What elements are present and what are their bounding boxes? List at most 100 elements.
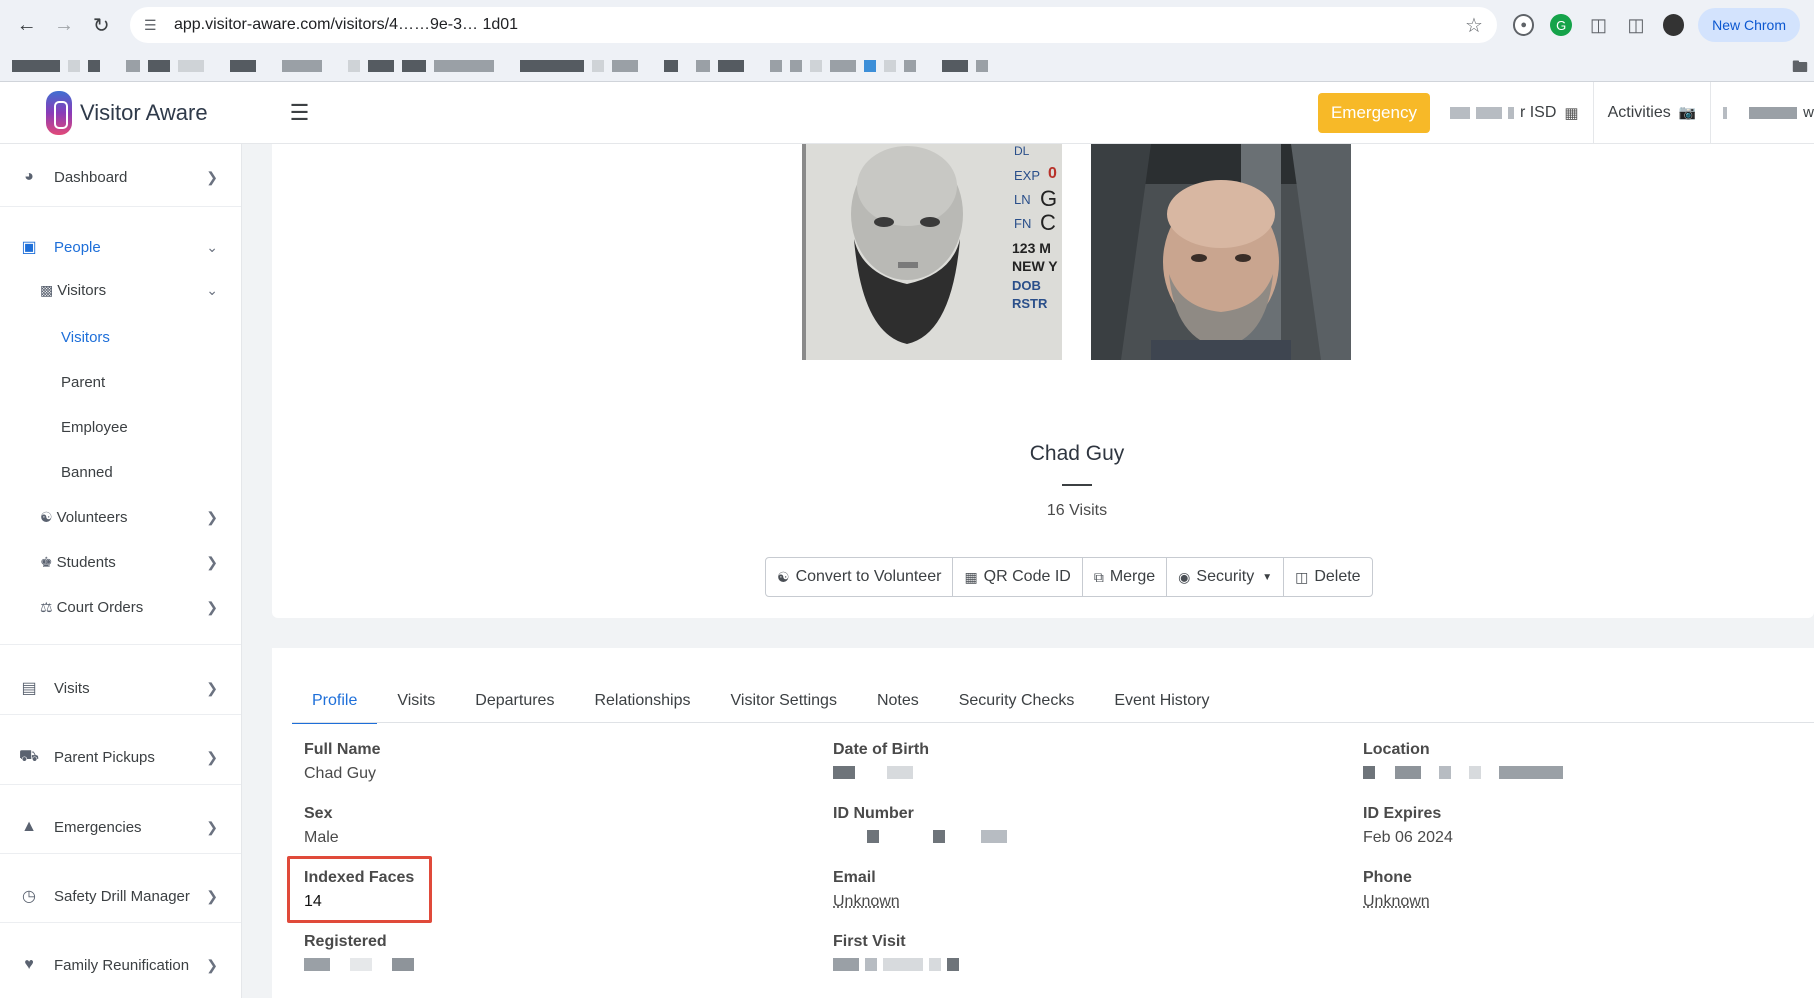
sidebar-leaf-banned[interactable]: Banned <box>61 464 113 481</box>
field-value: Feb 06 2024 <box>1363 829 1453 846</box>
hand-heart-icon: ♥ <box>24 956 34 973</box>
sidebar-item-people[interactable]: ▣ People ⌄ <box>0 232 241 262</box>
reload-icon[interactable]: ↻ <box>89 12 114 38</box>
bookmark-item[interactable] <box>830 59 856 72</box>
convert-to-volunteer-button[interactable]: ☯ Convert to Volunteer <box>766 558 954 596</box>
sidebar-subitem-students[interactable]: ♚ Students ❯ <box>0 547 241 577</box>
sidebar-item-family-reunification[interactable]: ♥ Family Reunification ❯ <box>0 950 241 980</box>
bookmark-item[interactable] <box>942 59 968 72</box>
sidebar-subitem-visitors[interactable]: ▩ Visitors ⌄ <box>0 275 241 305</box>
grammarly-icon[interactable]: G <box>1550 14 1572 36</box>
bookmark-item[interactable] <box>696 59 710 72</box>
forward-icon[interactable]: → <box>51 12 76 38</box>
back-icon[interactable]: ← <box>14 12 39 38</box>
bookmark-item[interactable] <box>126 59 140 72</box>
side-panel-icon[interactable]: ◫ <box>1625 14 1646 36</box>
menu-toggle-icon[interactable]: ☰ <box>290 100 310 126</box>
extensions-puzzle-icon[interactable]: ◫ <box>1588 14 1609 36</box>
tab-departures[interactable]: Departures <box>455 692 574 724</box>
district-selector[interactable]: r ISD ▦ <box>1449 82 1594 143</box>
tab-relationships[interactable]: Relationships <box>574 692 710 724</box>
sidebar-item-visits[interactable]: ▤ Visits ❯ <box>0 673 241 703</box>
visitor-actions: ☯ Convert to Volunteer ▦ QR Code ID ⧉ Me… <box>765 557 1373 597</box>
bookmark-item[interactable] <box>592 59 604 72</box>
sidebar-subitem-volunteers[interactable]: ☯ Volunteers ❯ <box>0 502 241 532</box>
sidebar-item-dashboard[interactable]: ◕ Dashboard ❯ <box>0 162 241 192</box>
bookmark-item[interactable] <box>434 59 494 72</box>
address-bar[interactable]: ☰ app.visitor-aware.com/visitors/4……9e-3… <box>129 7 1497 43</box>
field-registered: Registered <box>304 933 420 971</box>
bookmark-item[interactable] <box>864 59 876 72</box>
tab-visitor-settings[interactable]: Visitor Settings <box>711 692 857 724</box>
bookmark-item[interactable] <box>810 59 822 72</box>
bookmark-item[interactable] <box>718 59 744 72</box>
user-menu[interactable]: w <box>1711 82 1814 143</box>
delete-button[interactable]: ◫ Delete <box>1284 558 1371 596</box>
emergency-button[interactable]: Emergency <box>1317 92 1430 133</box>
copy-icon: ⧉ <box>1093 568 1104 585</box>
field-sex: Sex Male <box>304 805 339 847</box>
profile-avatar-icon[interactable] <box>1662 14 1685 36</box>
field-full-name: Full Name Chad Guy <box>304 741 380 783</box>
redacted-text <box>1507 106 1514 119</box>
gauge-icon: ◕ <box>24 168 34 185</box>
chevron-right-icon: ❯ <box>206 887 218 904</box>
tab-notes[interactable]: Notes <box>857 692 939 724</box>
bookmark-item[interactable] <box>976 59 988 72</box>
bookmark-item[interactable] <box>770 59 782 72</box>
tab-security-checks[interactable]: Security Checks <box>939 692 1095 724</box>
tab-profile[interactable]: Profile <box>292 692 378 724</box>
security-dropdown-button[interactable]: ◉ Security ▼ <box>1167 558 1285 596</box>
divider <box>0 922 241 923</box>
bookmark-star-icon[interactable]: ☆ <box>1465 13 1483 38</box>
sidebar-leaf-visitors[interactable]: Visitors <box>61 329 110 346</box>
bookmark-folder-icon[interactable]: 🖿 <box>1792 56 1814 76</box>
bookmark-item[interactable] <box>884 59 896 72</box>
sidebar-item-safety-drill-manager[interactable]: ◷ Safety Drill Manager ❯ <box>0 881 241 911</box>
bookmark-item[interactable] <box>12 59 60 72</box>
sidebar-subitem-court-orders[interactable]: ⚖ Court Orders ❯ <box>0 592 241 622</box>
bookmark-item[interactable] <box>904 59 916 72</box>
merge-button[interactable]: ⧉ Merge <box>1083 558 1168 596</box>
bookmark-item[interactable] <box>790 59 802 72</box>
bookmark-item[interactable] <box>402 59 426 72</box>
extension-icon[interactable]: ● <box>1512 14 1535 36</box>
sidebar-item-emergencies[interactable]: ▲ Emergencies ❯ <box>0 812 241 842</box>
url-text[interactable]: app.visitor-aware.com/visitors/4……9e-3… … <box>174 16 1465 34</box>
bookmark-item[interactable] <box>282 59 322 72</box>
handshake-icon: ☯ <box>40 508 53 525</box>
bookmark-item[interactable] <box>348 59 360 72</box>
visitor-photo <box>1091 144 1351 360</box>
bookmark-item[interactable] <box>178 59 204 72</box>
qr-code-id-button[interactable]: ▦ QR Code ID <box>953 558 1083 596</box>
sidebar-item-parent-pickups[interactable]: ⛟ Parent Pickups ❯ <box>0 742 241 772</box>
bookmark-item[interactable] <box>664 59 678 72</box>
sidebar-leaf-parent[interactable]: Parent <box>61 374 105 391</box>
bookmark-item[interactable] <box>88 59 100 72</box>
sidebar-subitem-label: Visitors <box>57 281 107 299</box>
bookmark-item[interactable] <box>68 59 80 72</box>
activities-button[interactable]: Activities 📷 <box>1594 82 1712 143</box>
bookmark-item[interactable] <box>148 59 170 72</box>
bookmark-item[interactable] <box>612 59 638 72</box>
button-label: Security <box>1196 568 1255 585</box>
site-settings-icon[interactable]: ☰ <box>144 16 162 34</box>
divider <box>0 644 241 645</box>
sidebar-item-label: Emergencies <box>54 818 142 836</box>
field-email: Email Unknown <box>833 869 900 911</box>
trash-icon: ◫ <box>1295 568 1309 585</box>
bookmark-item[interactable] <box>368 59 394 72</box>
app-logo[interactable]: Visitor Aware <box>46 90 208 135</box>
sidebar-subitem-label: Students <box>56 553 116 571</box>
tab-event-history[interactable]: Event History <box>1094 692 1229 724</box>
chevron-right-icon: ❯ <box>206 679 218 696</box>
bookmark-item[interactable] <box>520 59 584 72</box>
new-chrome-button[interactable]: New Chrom <box>1698 8 1800 42</box>
sidebar-leaf-employee[interactable]: Employee <box>61 419 128 436</box>
button-label: Convert to Volunteer <box>795 568 942 585</box>
bookmark-item[interactable] <box>230 59 256 72</box>
license-field-label: DOB <box>1012 278 1041 293</box>
tab-visits[interactable]: Visits <box>377 692 455 724</box>
app-name: Visitor Aware <box>80 99 208 125</box>
field-value: Unknown <box>833 893 900 910</box>
